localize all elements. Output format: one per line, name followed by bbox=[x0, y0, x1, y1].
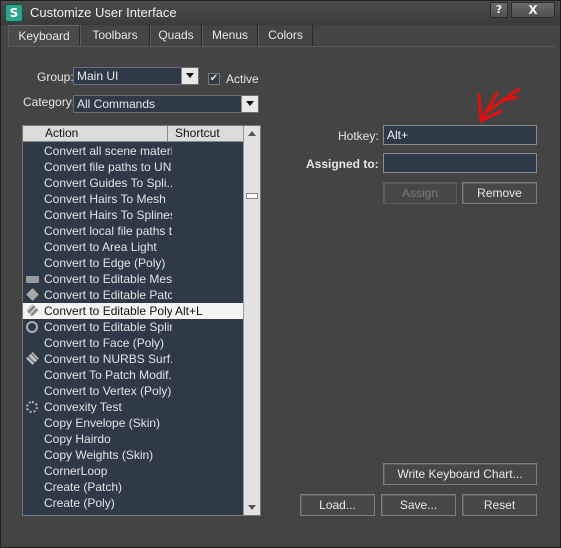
action-name: Convert to Vertex (Poly) bbox=[44, 384, 172, 398]
tab-menus[interactable]: Menus bbox=[202, 25, 258, 46]
list-item[interactable]: Create (Patch) bbox=[23, 479, 243, 495]
nurbs-icon bbox=[26, 352, 39, 365]
red-arrow-annotation-icon bbox=[477, 87, 521, 123]
list-item[interactable]: Convert all scene materi... bbox=[23, 143, 243, 159]
action-name: Convexity Test bbox=[44, 400, 122, 414]
scroll-down-icon[interactable] bbox=[244, 499, 260, 515]
action-name: CornerLoop bbox=[44, 464, 108, 478]
tab-toolbars[interactable]: Toolbars bbox=[80, 25, 150, 46]
list-item[interactable]: Convert Hairs To Mesh bbox=[23, 191, 243, 207]
convex-icon bbox=[26, 401, 38, 413]
group-label: Group: bbox=[37, 70, 74, 84]
load-button[interactable]: Load... bbox=[300, 494, 375, 516]
action-name: Convert Hairs To Splines bbox=[44, 208, 172, 222]
category-label: Category: bbox=[23, 95, 76, 109]
chevron-down-icon[interactable] bbox=[181, 68, 198, 84]
action-name: Copy Envelope (Skin) bbox=[44, 416, 161, 430]
action-name: Copy Weights (Skin) bbox=[44, 448, 154, 462]
hotkey-label: Hotkey: bbox=[338, 129, 379, 143]
list-scrollbar[interactable] bbox=[243, 126, 260, 515]
list-item[interactable]: CornerLoop bbox=[23, 463, 243, 479]
assign-button[interactable]: Assign bbox=[383, 182, 457, 204]
assigned-to-label: Assigned to: bbox=[306, 157, 379, 171]
remove-button[interactable]: Remove bbox=[462, 182, 537, 204]
patch-icon bbox=[26, 288, 39, 301]
customize-ui-dialog: S Customize User Interface ? X Keyboard … bbox=[0, 0, 561, 548]
list-item[interactable]: Convert To Patch Modif... bbox=[23, 367, 243, 383]
list-item[interactable]: Convert to NURBS Surf... bbox=[23, 351, 243, 367]
action-name: Create (Patch) bbox=[44, 480, 123, 494]
action-name: Convert all scene materi... bbox=[44, 144, 172, 158]
list-item[interactable]: Convert to Edge (Poly) bbox=[23, 255, 243, 271]
action-name: Convert to Face (Poly) bbox=[44, 336, 165, 350]
spline-icon bbox=[26, 321, 38, 333]
action-name: Create (Poly) bbox=[44, 496, 115, 510]
action-name: Convert to Editable Mesh bbox=[44, 272, 172, 286]
active-label: Active bbox=[226, 72, 259, 86]
group-dropdown[interactable]: Main UI bbox=[73, 67, 199, 85]
mesh-icon bbox=[26, 276, 39, 283]
list-item[interactable]: Convert to Editable Patch bbox=[23, 287, 243, 303]
hotkey-input[interactable]: Alt+ bbox=[383, 125, 537, 145]
action-name: Convert to Edge (Poly) bbox=[44, 256, 166, 270]
poly-icon bbox=[26, 304, 39, 317]
action-name: Convert to Editable Patch bbox=[44, 288, 172, 302]
list-item[interactable]: Convert to Area Light bbox=[23, 239, 243, 255]
list-item[interactable]: Convert Guides To Spli... bbox=[23, 175, 243, 191]
title-bar[interactable]: S Customize User Interface ? X bbox=[1, 1, 560, 25]
save-button[interactable]: Save... bbox=[381, 494, 456, 516]
action-name: Convert file paths to UNC bbox=[44, 160, 172, 174]
list-item[interactable]: Create (Poly) bbox=[23, 495, 243, 511]
list-item[interactable]: Convexity Test bbox=[23, 399, 243, 415]
column-header-shortcut[interactable]: Shortcut bbox=[169, 126, 243, 142]
action-list[interactable]: Action Shortcut Convert all scene materi… bbox=[22, 125, 261, 516]
list-item[interactable]: Convert to Editable Spline bbox=[23, 319, 243, 335]
action-name: Convert to Area Light bbox=[44, 240, 157, 254]
list-item[interactable]: Convert Hairs To Splines bbox=[23, 207, 243, 223]
chevron-down-icon[interactable] bbox=[241, 96, 258, 112]
tab-keyboard[interactable]: Keyboard bbox=[8, 25, 80, 46]
category-value: All Commands bbox=[77, 97, 156, 111]
action-shortcut: Alt+L bbox=[175, 304, 203, 318]
group-value: Main UI bbox=[77, 69, 119, 83]
list-item[interactable]: Convert to Face (Poly) bbox=[23, 335, 243, 351]
scroll-thumb[interactable] bbox=[246, 193, 258, 199]
assigned-to-field[interactable] bbox=[383, 153, 537, 173]
list-header: Action Shortcut bbox=[23, 126, 243, 142]
action-name: Convert Hairs To Mesh bbox=[44, 192, 166, 206]
list-item[interactable]: Convert to Editable Mesh bbox=[23, 271, 243, 287]
list-item[interactable]: Convert to Vertex (Poly) bbox=[23, 383, 243, 399]
column-header-action[interactable]: Action bbox=[23, 126, 168, 142]
list-item[interactable]: Convert file paths to UNC bbox=[23, 159, 243, 175]
scroll-up-icon[interactable] bbox=[244, 126, 260, 142]
tab-colors[interactable]: Colors bbox=[258, 25, 313, 46]
list-item[interactable]: Convert to Editable Poly... Alt+L bbox=[23, 303, 243, 319]
list-item[interactable]: Copy Hairdo bbox=[23, 431, 243, 447]
action-name: Copy Hairdo bbox=[44, 432, 111, 446]
action-name: Convert to Editable Poly... bbox=[44, 304, 172, 318]
tab-quads[interactable]: Quads bbox=[150, 25, 202, 46]
list-item[interactable]: Convert local file paths t... bbox=[23, 223, 243, 239]
list-item[interactable]: Copy Envelope (Skin) bbox=[23, 415, 243, 431]
write-keyboard-chart-button[interactable]: Write Keyboard Chart... bbox=[383, 463, 537, 485]
action-name: Convert Guides To Spli... bbox=[44, 176, 172, 190]
app-logo-icon: S bbox=[5, 4, 23, 22]
action-name: Convert to Editable Spline bbox=[44, 320, 172, 334]
list-item[interactable]: Copy Weights (Skin) bbox=[23, 447, 243, 463]
action-name: Convert to NURBS Surf... bbox=[44, 352, 172, 366]
action-name: Convert local file paths t... bbox=[44, 224, 172, 238]
active-checkbox[interactable]: ✔ bbox=[208, 73, 220, 85]
help-button[interactable]: ? bbox=[490, 2, 508, 18]
action-rows: Convert all scene materi... Convert file … bbox=[23, 143, 243, 511]
close-button[interactable]: X bbox=[511, 2, 555, 18]
reset-button[interactable]: Reset bbox=[462, 494, 537, 516]
action-name: Convert To Patch Modif... bbox=[44, 368, 172, 382]
category-dropdown[interactable]: All Commands bbox=[73, 95, 259, 113]
window-title: Customize User Interface bbox=[30, 5, 177, 20]
